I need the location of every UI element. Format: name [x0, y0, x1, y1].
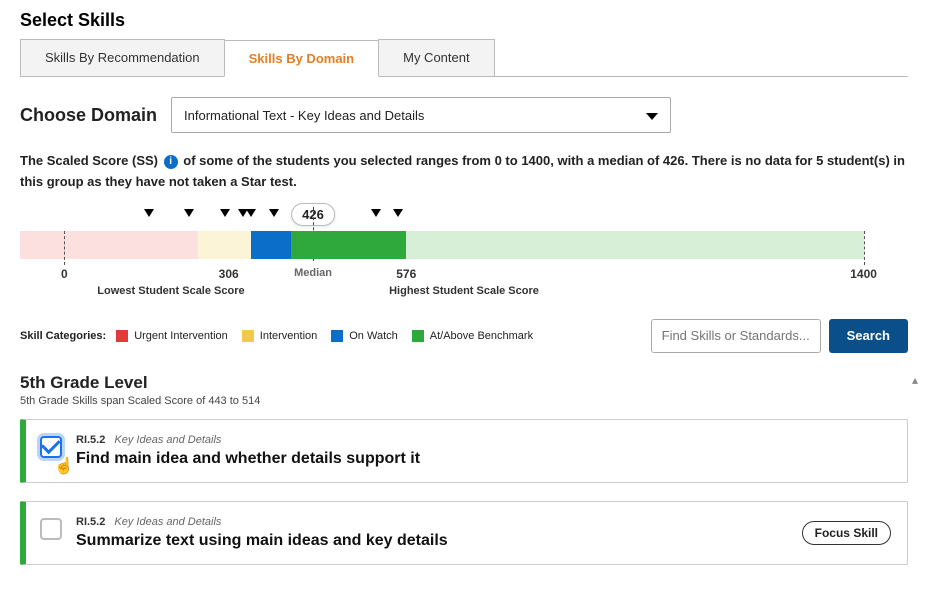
skill-checkbox[interactable] — [40, 518, 62, 540]
highest-score-label: Highest Student Scale Score — [389, 285, 539, 297]
skill-code: RI.5.2 — [76, 516, 105, 528]
skill-title: Summarize text using main ideas and key … — [76, 532, 891, 550]
skill-domain: Key Ideas and Details — [114, 516, 221, 528]
tick-zero — [64, 231, 65, 265]
scale-seg-urgent — [64, 231, 197, 259]
student-marker-icon — [371, 209, 381, 217]
legend-onwatch: On Watch — [349, 330, 398, 342]
cursor-icon: ☝ — [54, 456, 74, 476]
focus-skill-badge: Focus Skill — [802, 521, 891, 545]
skill-title: Find main idea and whether details suppo… — [76, 450, 891, 468]
tick-label-lowest: 306 — [219, 267, 239, 281]
tab-mycontent[interactable]: My Content — [378, 39, 494, 76]
student-marker-icon — [184, 209, 194, 217]
page-title: Select Skills — [20, 10, 908, 31]
domain-dropdown-value: Informational Text - Key Ideas and Detai… — [184, 108, 424, 123]
scale-chart: 426 0 306 Lowest Student Scale Score Med… — [20, 209, 908, 309]
choose-domain-label: Choose Domain — [20, 105, 157, 126]
domain-dropdown[interactable]: Informational Text - Key Ideas and Detai… — [171, 97, 671, 133]
desc-median: 426. — [663, 153, 688, 168]
student-marker-icon — [269, 209, 279, 217]
swatch-onwatch-icon — [331, 330, 343, 342]
swatch-intervention-icon — [242, 330, 254, 342]
tick-label-max: 1400 — [850, 267, 877, 281]
scale-seg-intervention — [198, 231, 251, 259]
scale-seg-onwatch — [251, 231, 291, 259]
scroll-up-icon[interactable]: ▴ — [912, 373, 924, 385]
tick-label-zero: 0 — [61, 267, 68, 281]
search-button[interactable]: Search — [829, 319, 908, 353]
score-description: The Scaled Score (SS) i of some of the s… — [20, 151, 908, 193]
swatch-above-icon — [412, 330, 424, 342]
info-icon[interactable]: i — [164, 155, 178, 169]
grade-subheading: 5th Grade Skills span Scaled Score of 44… — [20, 395, 908, 407]
student-marker-icon — [220, 209, 230, 217]
student-marker-icon — [246, 209, 256, 217]
skill-domain: Key Ideas and Details — [114, 434, 221, 446]
tick-max — [864, 231, 865, 265]
scale-seg-above — [291, 231, 406, 259]
legend: Skill Categories: Urgent Intervention In… — [20, 330, 533, 342]
tab-recommendation[interactable]: Skills By Recommendation — [20, 39, 225, 76]
legend-above: At/Above Benchmark — [430, 330, 533, 342]
legend-intervention: Intervention — [260, 330, 317, 342]
skill-card[interactable]: ☝ RI.5.2 Key Ideas and Details Find main… — [20, 419, 908, 483]
search-input[interactable] — [651, 319, 821, 353]
desc-text-1: The Scaled Score (SS) — [20, 153, 158, 168]
skill-checkbox[interactable] — [40, 436, 62, 458]
student-marker-icon — [393, 209, 403, 217]
median-label: Median — [294, 267, 332, 279]
legend-title: Skill Categories: — [20, 330, 106, 342]
tick-label-highest: 576 — [396, 267, 416, 281]
skill-card[interactable]: RI.5.2 Key Ideas and Details Summarize t… — [20, 501, 908, 565]
grade-heading: 5th Grade Level — [20, 373, 908, 393]
scale-margin — [864, 231, 908, 259]
lowest-score-label: Lowest Student Scale Score — [97, 285, 244, 297]
desc-text-2: of some of the students you selected ran… — [183, 153, 663, 168]
student-marker-icon — [144, 209, 154, 217]
tabs-row: Skills By Recommendation Skills By Domai… — [20, 39, 908, 77]
swatch-urgent-icon — [116, 330, 128, 342]
tab-domain[interactable]: Skills By Domain — [224, 40, 379, 77]
skill-code: RI.5.2 — [76, 434, 105, 446]
scale-margin — [20, 231, 64, 259]
chevron-down-icon — [646, 113, 658, 120]
legend-urgent: Urgent Intervention — [134, 330, 228, 342]
scale-seg-rest — [406, 231, 863, 259]
